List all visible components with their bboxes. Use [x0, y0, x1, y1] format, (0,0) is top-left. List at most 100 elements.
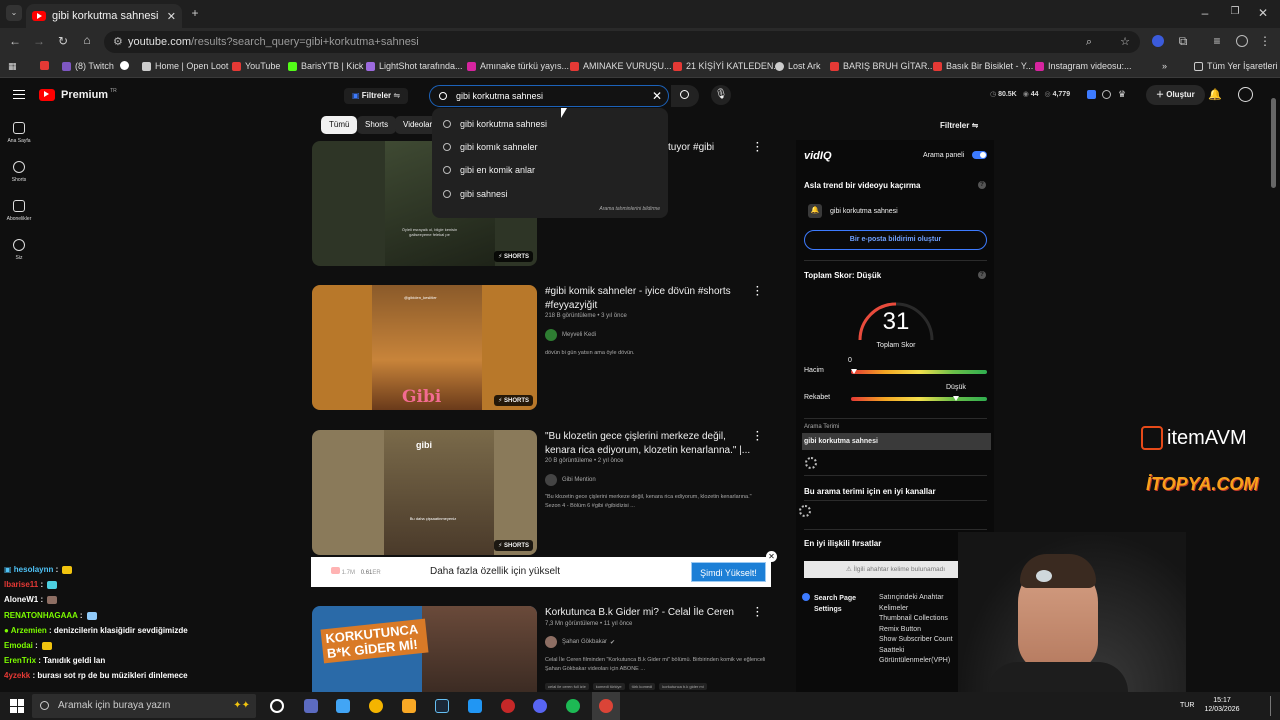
hamburger-menu-icon[interactable]	[13, 90, 25, 99]
bookmark-youtube-4[interactable]: BARIŞ BRUH GİTAR...	[830, 61, 935, 71]
bookmark-google[interactable]	[120, 61, 133, 70]
show-desktop-button[interactable]	[1270, 696, 1274, 716]
suggestion-item[interactable]: gibi komık sahneler	[460, 142, 538, 152]
back-icon[interactable]: ←	[8, 34, 22, 48]
bookmark-star-icon[interactable]: ☆	[1120, 31, 1130, 53]
home-icon[interactable]: ⌂	[80, 33, 94, 47]
channel-link[interactable]: Meyveli Kedi	[545, 329, 596, 341]
bookmark-youtube-3[interactable]: 21 KİŞİYİ KATLEDEN...	[673, 61, 781, 71]
file-explorer-icon[interactable]	[402, 699, 416, 713]
app-icon[interactable]	[468, 699, 482, 713]
bookmark-youtube-2[interactable]: AMINAKE VURUŞU...	[570, 61, 672, 71]
channel-link[interactable]: Gibi Mention	[545, 474, 596, 486]
forward-icon[interactable]: →	[32, 34, 46, 48]
bookmark-twitch[interactable]: (8) Twitch	[62, 61, 114, 71]
windows-start-icon[interactable]	[10, 699, 24, 713]
sidebar-item-you[interactable]: Siz	[0, 239, 38, 261]
chip-all[interactable]: Tümü	[321, 116, 358, 134]
chrome-icon[interactable]	[599, 699, 613, 713]
create-button[interactable]: ＋ Oluştur	[1146, 85, 1205, 105]
clear-search-icon[interactable]: ✕	[652, 86, 662, 106]
help-icon[interactable]: ?	[978, 181, 986, 189]
task-view-icon[interactable]	[270, 699, 284, 713]
video-thumbnail[interactable]: gibi Bu daha çişsaatinmeyeniz ⚡ SHORTS	[312, 430, 537, 555]
profile-icon[interactable]	[1236, 35, 1248, 47]
zoom-icon[interactable]: ⌕	[1086, 31, 1092, 53]
search-input[interactable]: gibi korkutma sahnesi ✕	[429, 85, 669, 107]
more-options-icon[interactable]: · · ·	[756, 428, 760, 446]
video-thumbnail[interactable]: @gibiden_keslitler Gibi ⚡ SHORTS	[312, 285, 537, 410]
all-bookmarks[interactable]: Tüm Yer İşaretleri	[1194, 61, 1278, 71]
bookmark-lostark[interactable]: Lost Ark	[775, 61, 821, 71]
tag[interactable]: celal ile ceren full izle	[545, 683, 589, 690]
setting-item[interactable]: Saatteki Görüntülenmeler(VPH)	[879, 646, 959, 667]
sidebar-item-shorts[interactable]: Shorts	[0, 161, 38, 183]
bookmark-youtube-5[interactable]: Basık Bir Bisiklet - Y...	[933, 61, 1033, 71]
bookmark-openloot[interactable]: Home | Open Loot	[142, 61, 228, 71]
tag[interactable]: komedi türkiye	[592, 683, 625, 690]
site-info-icon[interactable]: ⚙	[113, 31, 123, 53]
bookmark-item[interactable]	[40, 61, 53, 70]
app-icon[interactable]	[304, 699, 318, 713]
bookmark-instagram[interactable]: Amınake türkü yayıs...	[467, 61, 569, 71]
setting-item[interactable]: Show Subscriber Count	[879, 635, 959, 646]
restore-button[interactable]: ❐	[1228, 6, 1242, 17]
video-title[interactable]: "Bu klozetin gece çişlerini merkeze deği…	[545, 430, 755, 458]
menu-icon[interactable]: ⋮	[1258, 34, 1272, 48]
spotify-icon[interactable]	[566, 699, 580, 713]
discord-icon[interactable]	[533, 699, 547, 713]
chip-shorts[interactable]: Shorts	[357, 116, 397, 134]
sidebar-item-subscriptions[interactable]: Abonelikler	[0, 200, 38, 222]
tag[interactable]: korkutunca b.k gider mi	[659, 683, 707, 690]
vidiq-filter-button[interactable]: ▣ Filtreler ⇋	[344, 88, 409, 104]
app-icon[interactable]	[501, 699, 515, 713]
extension-icon[interactable]	[1152, 35, 1164, 47]
vidiq-toolbar-icon[interactable]	[1087, 90, 1096, 99]
minimize-button[interactable]: –	[1198, 6, 1212, 20]
close-banner-icon[interactable]: ✕	[766, 551, 777, 562]
tag[interactable]: türk komedi	[628, 683, 656, 690]
sidebar-item-home[interactable]: Ana Sayfa	[0, 122, 38, 144]
steam-icon[interactable]	[435, 699, 449, 713]
settings-radio-icon[interactable]	[802, 593, 810, 601]
more-options-icon[interactable]: · · ·	[756, 139, 760, 157]
voice-search-button[interactable]: 🎙	[711, 85, 731, 105]
suggestion-item[interactable]: gibi korkutma sahnesi	[460, 119, 547, 129]
bookmark-youtube[interactable]: YouTube	[232, 61, 280, 71]
taskbar-search-input[interactable]: Aramak için buraya yazın ✦✦	[32, 694, 256, 718]
video-title[interactable]: #gibi komik sahneler - iyice dövün #shor…	[545, 285, 755, 313]
tab-close-icon[interactable]: ✕	[167, 10, 176, 23]
help-icon[interactable]: ?	[978, 271, 986, 279]
setting-item[interactable]: Remix Button	[879, 625, 959, 636]
reading-list-icon[interactable]: ≡	[1210, 34, 1224, 48]
url-field[interactable]: ⚙ youtube.com/results?search_query=gibi+…	[104, 31, 1140, 53]
account-avatar[interactable]	[1238, 87, 1253, 102]
email-alert-button[interactable]: Bir e-posta bildirimi oluştur	[804, 230, 987, 250]
page-scrollbar[interactable]	[1271, 86, 1277, 686]
notifications-bell-icon[interactable]: 🔔	[1208, 88, 1222, 101]
language-indicator[interactable]: TUR	[1180, 702, 1194, 709]
browser-tab[interactable]: gibi korkutma sahnesi - YouTube ✕	[26, 4, 182, 28]
video-title[interactable]: tuyor #gibi	[668, 141, 748, 155]
panel-toggle[interactable]	[972, 151, 987, 159]
video-title[interactable]: Korkutunca B.k Gider mi? - Celal İle Cer…	[545, 606, 755, 620]
calculator-icon[interactable]	[336, 699, 350, 713]
suggestion-item[interactable]: gibi en komik anlar	[460, 165, 535, 175]
new-tab-button[interactable]: +	[188, 6, 202, 20]
trophy-icon[interactable]: ♛	[1118, 89, 1126, 100]
clock[interactable]: 15:17 12/03/2026	[1200, 696, 1244, 714]
channel-link[interactable]: Şahan Gökbakar ✔	[545, 636, 615, 648]
extensions-icon[interactable]: ⧉	[1176, 34, 1190, 49]
reload-icon[interactable]: ↻	[56, 34, 70, 48]
tab-search-button[interactable]: ⌄	[6, 5, 22, 21]
filters-button[interactable]: Filtreler ⇋	[940, 121, 978, 130]
report-predictions-link[interactable]: Arama tahminlerini bildirme	[599, 206, 660, 212]
more-options-icon[interactable]: · · ·	[756, 283, 760, 301]
more-options-icon[interactable]: · · ·	[756, 604, 760, 622]
bookmark-instagram-2[interactable]: Instagram videosu:...	[1035, 61, 1132, 71]
chrome-icon[interactable]	[369, 699, 383, 713]
close-window-button[interactable]: ✕	[1256, 6, 1270, 20]
bookmark-lightshot[interactable]: LightShot tarafında...	[366, 61, 463, 71]
youtube-logo[interactable]: Premium TR	[39, 88, 117, 101]
stats-toolbar-icon[interactable]	[1102, 90, 1111, 99]
